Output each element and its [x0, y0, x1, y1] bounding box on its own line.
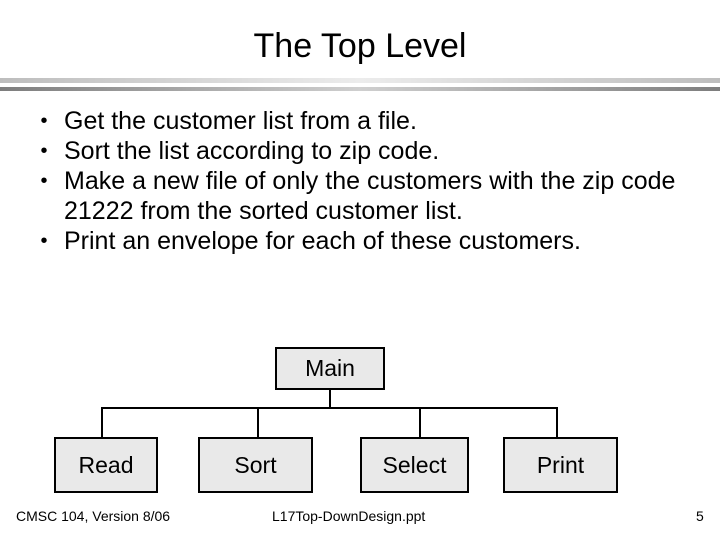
bullet-text: Make a new file of only the customers wi… [64, 167, 676, 225]
box-read: Read [54, 437, 158, 493]
bullet-icon: • [40, 110, 48, 132]
bullet-icon: • [40, 140, 48, 162]
slide-title: The Top Level [253, 27, 467, 65]
bullet-list: • Get the customer list from a file. • S… [0, 106, 720, 256]
connector-read [101, 407, 103, 438]
box-label: Select [382, 451, 447, 478]
box-label: Sort [234, 451, 277, 478]
footer-filename: L17Top-DownDesign.ppt [272, 508, 426, 524]
bullet-item: • Print an envelope for each of these cu… [0, 226, 720, 256]
connector-horizontal [101, 407, 558, 409]
connector-select [419, 407, 421, 438]
connector-sort [257, 407, 259, 438]
footer-course: CMSC 104, Version 8/06 [16, 508, 171, 524]
title-rule-bottom [0, 87, 720, 91]
bullet-text: Sort the list according to zip code. [64, 137, 440, 165]
connector-main-down [329, 390, 331, 408]
bullet-item: • Make a new file of only the customers … [0, 166, 720, 226]
box-select: Select [360, 437, 469, 493]
bullet-text: Print an envelope for each of these cust… [64, 227, 581, 255]
bullet-icon: • [40, 170, 48, 192]
box-label: Read [78, 451, 134, 478]
footer-page-number: 5 [696, 508, 704, 524]
box-print: Print [503, 437, 618, 493]
bullet-item: • Get the customer list from a file. [0, 106, 720, 136]
box-main: Main [275, 347, 385, 390]
box-label: Main [305, 355, 355, 381]
connector-print [556, 407, 558, 438]
bullet-item: • Sort the list according to zip code. [0, 136, 720, 166]
bullet-text: Get the customer list from a file. [64, 107, 417, 135]
box-label: Print [536, 451, 585, 478]
bullet-icon: • [40, 230, 48, 252]
box-sort: Sort [198, 437, 313, 493]
title-rule-top [0, 78, 720, 83]
